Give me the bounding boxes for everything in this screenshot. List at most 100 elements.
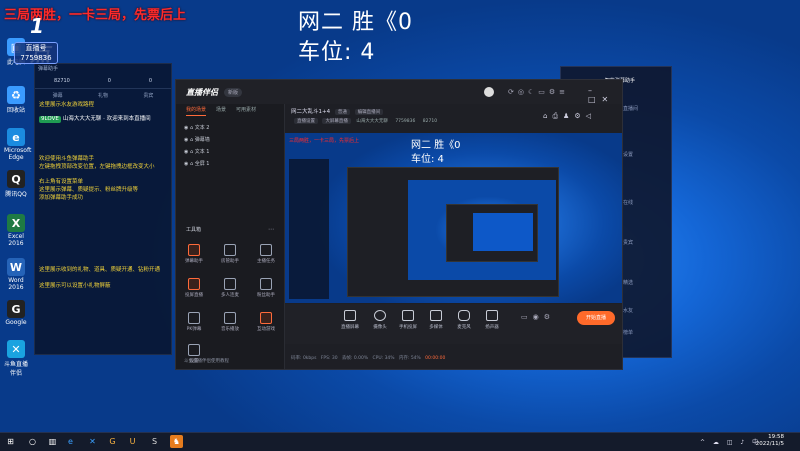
app-s-icon[interactable]: S [148,435,161,448]
overlay-logo: 1点 [30,14,50,66]
tab-scenes[interactable]: 场景 [216,104,226,116]
room-title: 网二大乱斗1+4 [291,109,331,115]
chat-message: 左键拖拽顶部改变位置，左键拖拽边框改变大小 [39,164,155,170]
admin-icon [224,244,236,256]
scene-tabs[interactable]: 我的场景 场景 可用素材 [176,104,284,116]
background-window-item[interactable]: 设置 [623,151,633,158]
chat-stat-hot: 82710 [53,78,70,84]
tool-label: PK弹幕 [186,327,202,332]
status-dropped: 丢帧: 0.00% [341,356,369,361]
share-icons[interactable]: ⌂⎙♟⚙◁ [543,112,596,121]
app-titlebar[interactable]: 直播伴侣 新版 ⟳◎☾▭⚙≡ –□✕ [176,80,622,104]
source-screen-button[interactable]: 直播屏幕 [337,310,363,330]
search-icon[interactable]: ○ [26,435,39,448]
pk-icon [188,312,200,324]
taskview-icon[interactable]: ▥ [46,435,59,448]
nested-preview-2 [473,213,533,251]
nested-preview [408,180,556,280]
background-window-item[interactable]: 贵宾 [623,239,633,246]
nested-app-window-2 [446,204,538,262]
desktop-icon[interactable]: Q 腾讯QQ [4,170,28,198]
clock-date: 2022/11/5 [755,441,784,447]
source-phone-button[interactable]: 手机投屏 [395,310,421,330]
scene-item[interactable]: ◉ ⌂ 全屏 1 [176,158,284,170]
tool-music[interactable]: 音乐播放 [218,312,242,332]
stream-preview[interactable]: 三局两胜，一卡三局，先票后上 网二 胜《0 车位: 4 [285,133,622,303]
scene-item-label: 全屏 1 [194,161,210,167]
background-window-item[interactable]: 精选 [623,279,633,286]
tray-icons[interactable]: ^ ☁ ◫ ♪ 中 [700,437,761,446]
desktop-icon-label: 腾讯QQ [5,191,27,198]
scene-item[interactable]: ◉ ⌂ 弹幕墙 [176,134,284,146]
tool-room-admin[interactable]: 房管助手 [218,244,242,264]
tool-game[interactable]: 互动游戏 [254,312,278,332]
chat-tab-vip[interactable]: 贵宾 [143,89,153,103]
room-info: 网二大乱斗1+4 普通 编辑直播间 直播设置 大屏幕直播 山海大大大无聊 775… [285,104,622,128]
titlebar-icons[interactable]: ⟳◎☾▭⚙≡ [508,88,569,96]
background-window-item[interactable]: 在线 [623,199,633,206]
chat-message-text: 山海大大大无聊 · 欢迎来到本直播间 [62,116,151,122]
app-g-icon[interactable]: G [106,435,119,448]
source-media-button[interactable]: 多媒体 [423,310,449,330]
room-tag[interactable]: 普通 [334,109,350,115]
bottom-tool-icons[interactable]: ▭◉⚙ [521,313,555,321]
xunlei-icon[interactable]: ✕ [86,435,99,448]
tutorial-link[interactable]: 斗鱼直播伴侣使用教程 [184,358,229,364]
desktop-icon[interactable]: X Excel 2016 [4,214,28,247]
desktop-icon-label: Excel 2016 [8,233,24,247]
tool-label: 粉丝助手 [257,293,275,298]
source-bar: 直播屏幕 摄像头 手机投屏 多媒体 麦克风 扬声器 ▭◉⚙ 开始直播 [285,304,622,344]
desktop-icon[interactable]: e Microsoft Edge [4,128,31,161]
app-u-icon[interactable]: U [126,435,139,448]
background-window-item[interactable]: 榜单 [623,329,633,336]
desktop-icon[interactable]: ♻ 回收站 [4,86,28,114]
desktop-app-icon: ♻ [7,86,25,104]
source-label: 麦克风 [457,325,471,330]
background-window-item[interactable]: 直播间 [623,105,638,112]
stream-partner-window[interactable]: 直播伴侣 新版 ⟳◎☾▭⚙≡ –□✕ 我的场景 场景 可用素材 ◉ ⌂ 文本 2… [175,79,623,370]
toolbox-title: 工具箱 [186,227,202,233]
tab-my-scenes[interactable]: 我的场景 [186,104,207,116]
scene-item[interactable]: ◉ ⌂ 文本 2 [176,122,284,134]
chat-tabs[interactable]: 弹幕 礼物 贵宾 [35,89,171,103]
big-screen-button[interactable]: 大屏幕直播 [322,118,351,124]
desktop-icon-label: 斗鱼直播伴侣 [4,361,29,377]
desktop-icon[interactable]: G Google [4,300,28,326]
tool-cast[interactable]: 投屏直播 [182,278,206,298]
settings-icon [188,344,200,356]
edit-room-button[interactable]: 编辑直播间 [354,109,384,115]
scene-item[interactable]: ◉ ⌂ 文本 1 [176,146,284,158]
desktop-app-icon: X [7,214,25,232]
background-window-item[interactable]: 水友 [623,307,633,314]
tool-pk[interactable]: PK弹幕 [182,312,206,332]
version-badge[interactable]: 新版 [224,87,243,97]
tool-multi-mic[interactable]: 多人连麦 [218,278,242,298]
preview-red-text: 三局两胜，一卡三局，先票后上 [289,138,360,144]
toolbox-more-icon[interactable]: ⋯ [268,226,274,233]
edge-icon[interactable]: e [64,435,77,448]
microphone-button[interactable]: 麦克风 [451,310,477,330]
chat-tab-danmu[interactable]: 弹幕 [53,89,63,103]
desktop-icon[interactable]: W Word 2016 [4,258,28,291]
window-controls[interactable]: –□✕ [588,86,622,104]
start-button[interactable]: ⊞ [4,435,17,448]
tool-fans[interactable]: 粉丝助手 [254,278,278,298]
chat-tab-gift[interactable]: 礼物 [98,89,108,103]
start-live-button[interactable]: 开始直播 [577,311,615,325]
tool-task[interactable]: 主播任务 [254,244,278,264]
desktop-app-icon: W [7,258,25,276]
speaker-icon [486,310,498,321]
desktop-icon[interactable]: ✕ 斗鱼直播伴侣 [4,340,28,377]
live-settings-button[interactable]: 直播设置 [294,118,318,124]
tool-danmu[interactable]: 弹幕助手 [182,244,206,264]
scene-item-label: 弹幕墙 [194,137,210,143]
source-label: 扬声器 [485,325,499,330]
desktop-icon-label: Word 2016 [8,277,24,291]
tab-materials[interactable]: 可用素材 [236,104,256,116]
source-camera-button[interactable]: 摄像头 [367,310,393,330]
speaker-button[interactable]: 扬声器 [479,310,505,330]
taskbar-clock[interactable]: 19:58 2022/11/5 [756,434,784,448]
chat-panel[interactable]: 弹幕助手 82710 0 0 弹幕 礼物 贵宾 这里展示水友游戏路程 9LOVE… [34,63,172,355]
douyu-partner-taskbar-icon[interactable]: ♞ [170,435,183,448]
avatar[interactable] [484,87,494,97]
